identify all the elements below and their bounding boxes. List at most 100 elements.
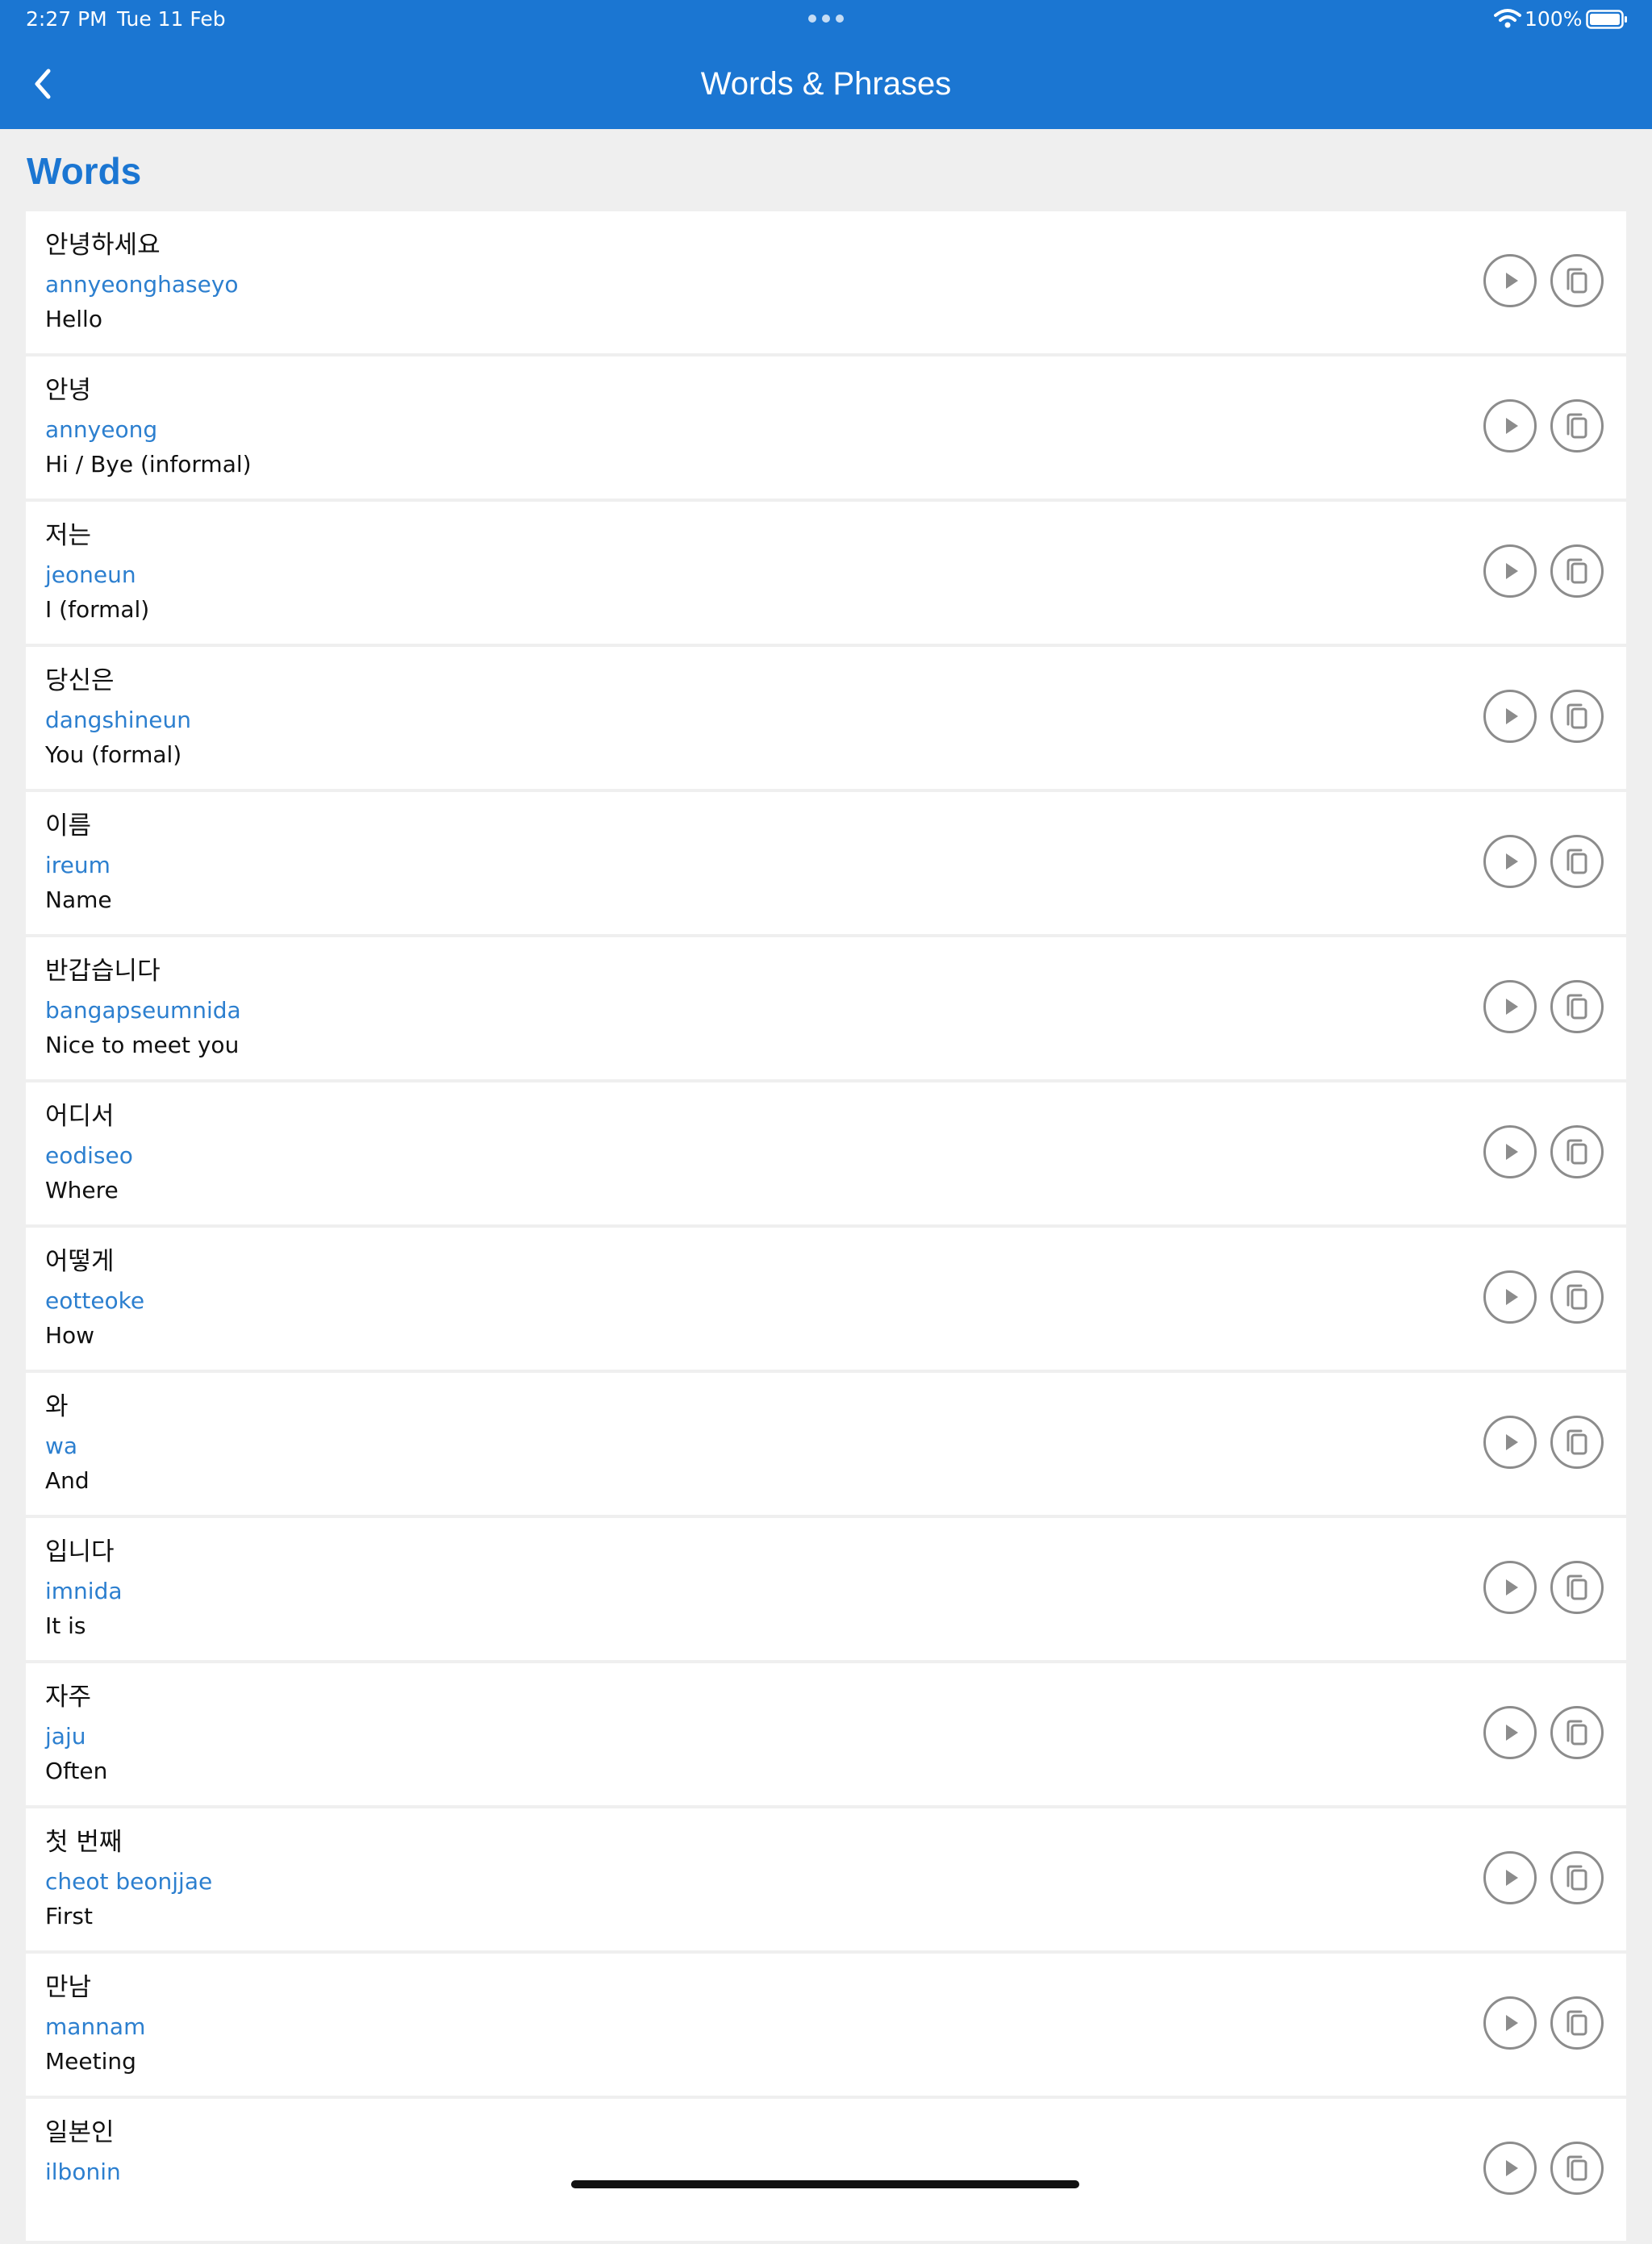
- word-translation: Hi / Bye (informal): [45, 451, 252, 478]
- status-date: Tue 11 Feb: [117, 7, 226, 31]
- word-translation: Nice to meet you: [45, 1032, 240, 1058]
- copy-button[interactable]: [1550, 835, 1604, 888]
- word-korean: 일본인: [45, 2118, 115, 2147]
- play-audio-button[interactable]: [1483, 980, 1537, 1033]
- play-audio-button[interactable]: [1483, 690, 1537, 743]
- word-row[interactable]: 어떻게 eotteoke How: [26, 1228, 1626, 1370]
- battery-percentage: 100%: [1525, 7, 1583, 31]
- word-korean: 와: [45, 1392, 69, 1421]
- copy-button[interactable]: [1550, 690, 1604, 743]
- word-korean: 입니다: [45, 1537, 115, 1566]
- word-romanization: annyeonghaseyo: [45, 271, 239, 298]
- word-korean: 자주: [45, 1683, 92, 1712]
- play-audio-button[interactable]: [1483, 2142, 1537, 2195]
- word-row[interactable]: 자주 jaju Often: [26, 1663, 1626, 1805]
- copy-button[interactable]: [1550, 1270, 1604, 1324]
- play-audio-button[interactable]: [1483, 399, 1537, 453]
- word-row[interactable]: 이름 ireum Name: [26, 792, 1626, 934]
- word-row[interactable]: 첫 번째 cheot beonjjae First: [26, 1808, 1626, 1950]
- copy-icon: [1566, 558, 1587, 584]
- word-row[interactable]: 와 wa And: [26, 1373, 1626, 1515]
- copy-button[interactable]: [1550, 1996, 1604, 2050]
- copy-icon: [1566, 1575, 1587, 1600]
- play-audio-button[interactable]: [1483, 835, 1537, 888]
- word-row[interactable]: 만남 mannam Meeting: [26, 1954, 1626, 2096]
- word-romanization: wa: [45, 1433, 78, 1459]
- play-icon: [1506, 1579, 1518, 1595]
- play-icon: [1506, 1434, 1518, 1450]
- copy-icon: [1566, 1429, 1587, 1455]
- copy-button[interactable]: [1550, 544, 1604, 598]
- word-korean: 안녕하세요: [45, 231, 161, 260]
- home-indicator[interactable]: [571, 2180, 1079, 2188]
- word-row[interactable]: 당신은 dangshineun You (formal): [26, 647, 1626, 789]
- word-row[interactable]: 반갑습니다 bangapseumnida Nice to meet you: [26, 937, 1626, 1079]
- play-audio-button[interactable]: [1483, 1996, 1537, 2050]
- word-romanization: annyeong: [45, 416, 158, 443]
- word-korean: 이름: [45, 811, 92, 840]
- play-icon: [1506, 1289, 1518, 1305]
- word-korean: 안녕: [45, 376, 92, 405]
- word-korean: 당신은: [45, 666, 115, 695]
- copy-icon: [1566, 268, 1587, 294]
- word-row[interactable]: 안녕하세요 annyeonghaseyo Hello: [26, 211, 1626, 353]
- word-list: 안녕하세요 annyeonghaseyo Hello 안녕 annyeong H…: [26, 211, 1626, 2244]
- battery-icon: [1586, 10, 1627, 29]
- word-row[interactable]: 어디서 eodiseo Where: [26, 1082, 1626, 1224]
- word-romanization: mannam: [45, 2013, 146, 2040]
- copy-icon: [1566, 994, 1587, 1020]
- word-romanization: eodiseo: [45, 1142, 133, 1169]
- word-korean: 만남: [45, 1973, 92, 2002]
- multitasking-dots-icon[interactable]: [808, 15, 844, 23]
- copy-button[interactable]: [1550, 1125, 1604, 1178]
- play-audio-button[interactable]: [1483, 1851, 1537, 1904]
- play-icon: [1506, 1725, 1518, 1741]
- word-romanization: dangshineun: [45, 707, 192, 733]
- copy-icon: [1566, 703, 1587, 729]
- word-translation: And: [45, 1467, 90, 1494]
- word-translation: I (formal): [45, 596, 150, 623]
- wifi-icon: [1494, 9, 1521, 28]
- copy-button[interactable]: [1550, 1561, 1604, 1614]
- copy-button[interactable]: [1550, 2142, 1604, 2195]
- word-translation: Often: [45, 1758, 108, 1784]
- word-row[interactable]: 저는 jeoneun I (formal): [26, 502, 1626, 644]
- word-romanization: jaju: [45, 1723, 86, 1750]
- copy-button[interactable]: [1550, 399, 1604, 453]
- play-audio-button[interactable]: [1483, 1416, 1537, 1469]
- play-icon: [1506, 273, 1518, 289]
- word-romanization: eotteoke: [45, 1287, 145, 1314]
- copy-button[interactable]: [1550, 1416, 1604, 1469]
- play-icon: [1506, 999, 1518, 1015]
- word-row[interactable]: 일본인 ilbonin: [26, 2099, 1626, 2241]
- word-row[interactable]: 안녕 annyeong Hi / Bye (informal): [26, 357, 1626, 498]
- word-row[interactable]: 입니다 imnida It is: [26, 1518, 1626, 1660]
- copy-icon: [1566, 413, 1587, 439]
- page-title: Words & Phrases: [700, 66, 952, 102]
- play-icon: [1506, 2015, 1518, 2031]
- play-icon: [1506, 708, 1518, 724]
- play-icon: [1506, 418, 1518, 434]
- play-audio-button[interactable]: [1483, 1706, 1537, 1759]
- copy-button[interactable]: [1550, 1851, 1604, 1904]
- word-translation: Where: [45, 1177, 119, 1203]
- copy-button[interactable]: [1550, 254, 1604, 307]
- copy-button[interactable]: [1550, 980, 1604, 1033]
- copy-button[interactable]: [1550, 1706, 1604, 1759]
- play-audio-button[interactable]: [1483, 254, 1537, 307]
- play-icon: [1506, 563, 1518, 579]
- copy-icon: [1566, 1284, 1587, 1310]
- play-audio-button[interactable]: [1483, 1125, 1537, 1178]
- play-audio-button[interactable]: [1483, 1561, 1537, 1614]
- play-icon: [1506, 2160, 1518, 2176]
- play-audio-button[interactable]: [1483, 1270, 1537, 1324]
- word-romanization: ireum: [45, 852, 111, 878]
- play-audio-button[interactable]: [1483, 544, 1537, 598]
- word-translation: First: [45, 1903, 93, 1929]
- play-icon: [1506, 1870, 1518, 1886]
- word-translation: Name: [45, 886, 112, 913]
- section-title-words: Words: [27, 150, 142, 192]
- play-icon: [1506, 1144, 1518, 1160]
- word-romanization: cheot beonjjae: [45, 1868, 213, 1895]
- copy-icon: [1566, 1720, 1587, 1746]
